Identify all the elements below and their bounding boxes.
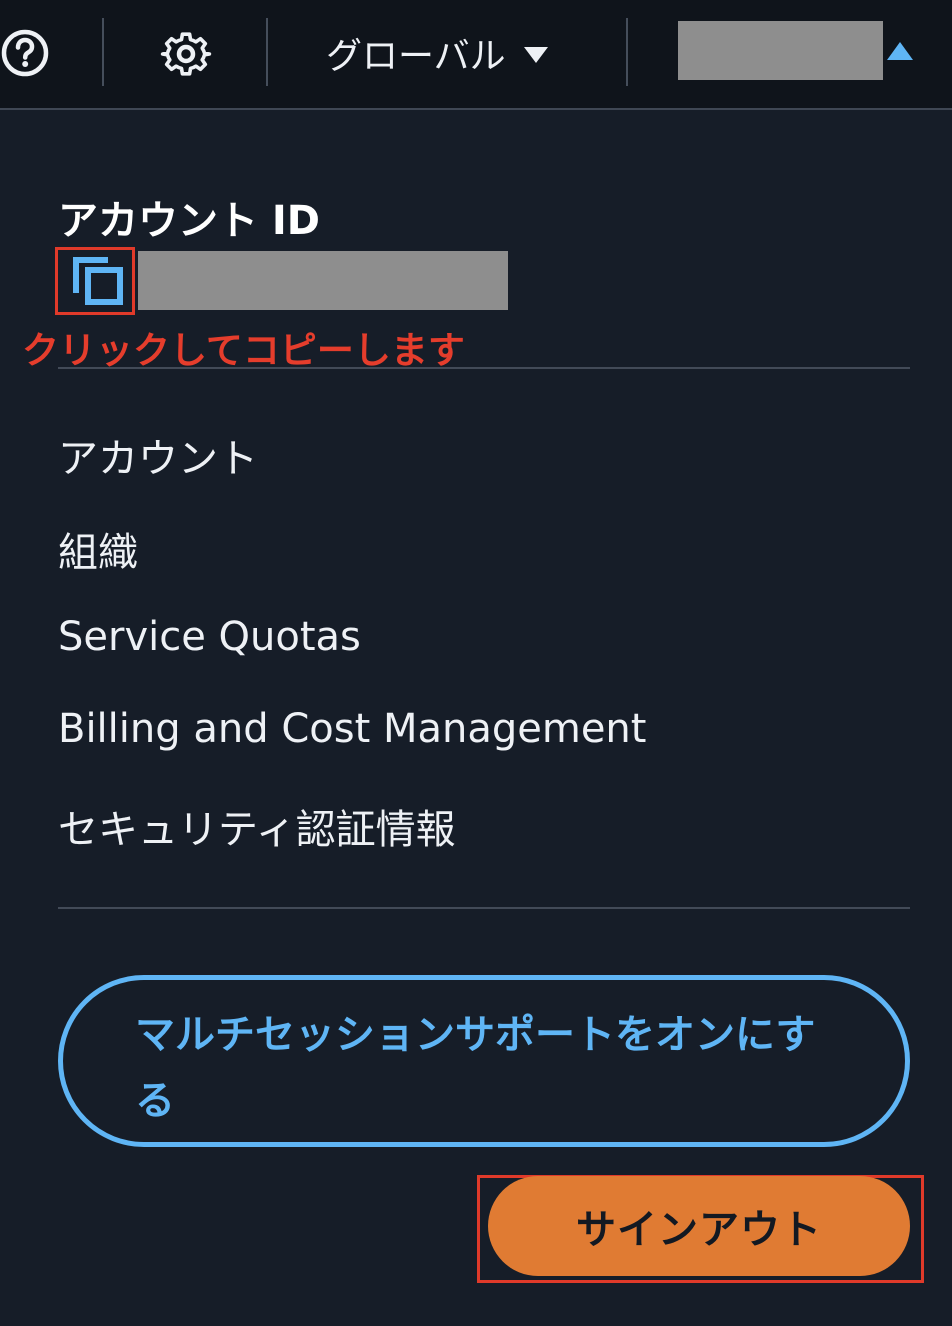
toolbar-separator xyxy=(102,18,104,86)
menu-item-service-quotas[interactable]: Service Quotas xyxy=(58,614,361,660)
multi-session-label: マルチセッションサポートをオンにする xyxy=(135,1012,816,1124)
account-id-redacted xyxy=(138,251,508,310)
divider xyxy=(58,907,910,909)
menu-item-organizations[interactable]: 組織 xyxy=(58,520,138,578)
region-label: グローバル xyxy=(326,36,506,77)
menu-item-billing[interactable]: Billing and Cost Management xyxy=(58,706,646,752)
account-id-label: アカウント ID xyxy=(58,198,321,244)
copy-icon-highlight xyxy=(55,247,135,315)
multi-session-button[interactable]: マルチセッションサポートをオンにする xyxy=(58,975,910,1147)
menu-item-account[interactable]: アカウント xyxy=(58,426,258,484)
menu-item-security-credentials[interactable]: セキュリティ認証情報 xyxy=(58,797,456,855)
signout-button[interactable]: サインアウト xyxy=(488,1176,910,1276)
caret-up-icon[interactable] xyxy=(887,42,913,60)
top-navigation-bar: グローバル xyxy=(0,0,952,110)
toolbar-separator xyxy=(626,18,628,86)
account-name-redacted[interactable] xyxy=(678,21,883,80)
toolbar-separator xyxy=(266,18,268,86)
help-circle-icon[interactable] xyxy=(0,28,50,78)
signout-label: サインアウト xyxy=(576,1207,822,1253)
copy-annotation: クリックしてコピーします xyxy=(22,329,465,372)
gear-icon[interactable] xyxy=(160,28,212,80)
region-selector[interactable]: グローバル xyxy=(326,26,548,80)
caret-down-icon xyxy=(523,47,548,63)
divider xyxy=(58,367,910,369)
